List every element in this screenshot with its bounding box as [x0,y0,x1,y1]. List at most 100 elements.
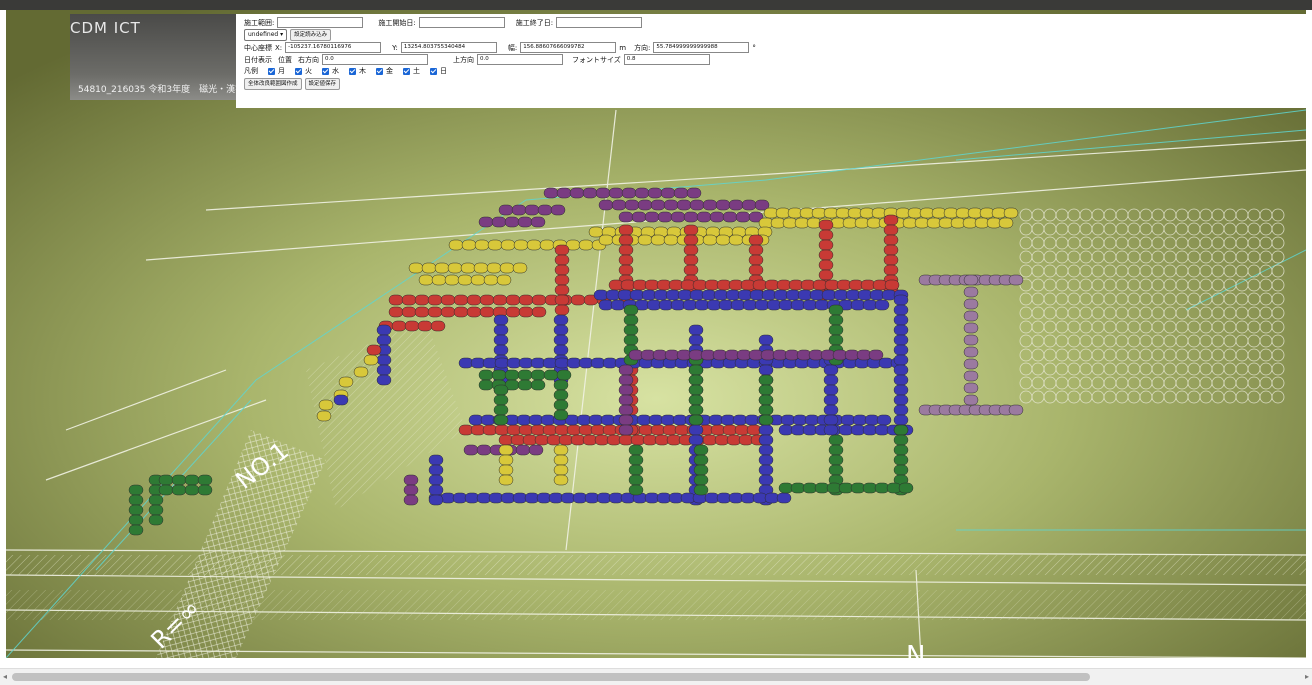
work-cell-dot[interactable] [463,444,479,456]
range-input[interactable] [277,17,364,28]
work-cell-dot[interactable] [427,294,443,306]
work-cell-dot[interactable] [128,484,144,496]
work-cell-dot[interactable] [498,474,514,486]
work-cell-dot[interactable] [828,334,844,346]
work-cell-dot[interactable] [537,204,553,216]
work-cell-dot[interactable] [823,404,839,416]
work-cell-dot[interactable] [618,254,634,266]
work-cell-dot[interactable] [728,234,744,246]
legend-checkbox[interactable] [430,67,437,75]
work-cell-dot[interactable] [197,484,213,496]
work-cell-dot[interactable] [688,424,704,436]
work-cell-dot[interactable] [893,414,909,426]
work-cell-dot[interactable] [511,204,527,216]
work-cell-dot[interactable] [741,199,757,211]
work-cell-dot[interactable] [689,199,705,211]
work-cell-dot[interactable] [491,216,507,228]
work-cell-dot[interactable] [353,366,369,378]
work-cell-dot[interactable] [539,239,555,251]
work-cell-dot[interactable] [823,394,839,406]
work-cell-dot[interactable] [702,199,718,211]
work-cell-dot[interactable] [828,434,844,446]
work-cell-dot[interactable] [618,414,634,426]
work-cell-dot[interactable] [884,279,900,291]
up-offset-input[interactable]: 0.0 [477,54,563,65]
work-cell-dot[interactable] [693,464,709,476]
work-cell-dot[interactable] [893,354,909,366]
work-cell-dot[interactable] [618,234,634,246]
work-cell-dot[interactable] [758,414,774,426]
work-cell-dot[interactable] [758,434,774,446]
work-cell-dot[interactable] [818,219,834,231]
work-cell-dot[interactable] [1008,274,1024,286]
scroll-right-icon[interactable]: ▸ [1305,672,1309,681]
work-cell-dot[interactable] [553,344,569,356]
work-cell-dot[interactable] [376,364,392,376]
work-cell-dot[interactable] [457,274,473,286]
work-cell-dot[interactable] [171,474,187,486]
work-cell-dot[interactable] [823,374,839,386]
work-cell-dot[interactable] [963,298,979,310]
work-cell-dot[interactable] [479,294,495,306]
work-cell-dot[interactable] [693,454,709,466]
work-cell-dot[interactable] [715,234,731,246]
legend-checkbox[interactable] [268,67,275,75]
work-cell-dot[interactable] [428,474,444,486]
work-cell-dot[interactable] [434,262,450,274]
work-cell-dot[interactable] [683,254,699,266]
work-cell-dot[interactable] [1003,207,1019,219]
work-cell-dot[interactable] [401,306,417,318]
work-cell-dot[interactable] [758,424,774,436]
work-cell-dot[interactable] [673,187,689,199]
work-cell-dot[interactable] [676,199,692,211]
work-cell-dot[interactable] [828,304,844,316]
work-cell-dot[interactable] [553,379,569,391]
work-cell-dot[interactable] [893,444,909,456]
work-cell-dot[interactable] [688,374,704,386]
work-cell-dot[interactable] [513,239,529,251]
work-cell-dot[interactable] [128,524,144,536]
work-cell-dot[interactable] [709,211,725,223]
work-cell-dot[interactable] [553,324,569,336]
work-cell-dot[interactable] [128,514,144,526]
work-cell-dot[interactable] [404,320,420,332]
work-cell-dot[interactable] [758,374,774,386]
work-cell-dot[interactable] [595,187,611,199]
work-cell-dot[interactable] [758,394,774,406]
work-cell-dot[interactable] [893,394,909,406]
work-cell-dot[interactable] [963,370,979,382]
work-cell-dot[interactable] [554,254,570,266]
work-cell-dot[interactable] [526,239,542,251]
work-cell-dot[interactable] [598,199,614,211]
work-cell-dot[interactable] [898,482,914,494]
work-cell-dot[interactable] [401,294,417,306]
work-cell-dot[interactable] [453,294,469,306]
work-cell-dot[interactable] [818,249,834,261]
work-cell-dot[interactable] [453,306,469,318]
work-cell-dot[interactable] [637,199,653,211]
work-cell-dot[interactable] [578,239,594,251]
work-cell-dot[interactable] [647,187,663,199]
work-cell-dot[interactable] [631,211,647,223]
legend-checkbox[interactable] [322,67,329,75]
work-cell-dot[interactable] [554,294,570,306]
work-cell-dot[interactable] [491,369,507,381]
work-cell-dot[interactable] [483,274,499,286]
work-cell-dot[interactable] [543,187,559,199]
work-cell-dot[interactable] [693,484,709,496]
legend-checkbox[interactable] [349,67,356,75]
work-cell-dot[interactable] [461,239,477,251]
work-cell-dot[interactable] [748,244,764,256]
work-cell-dot[interactable] [554,244,570,256]
work-cell-dot[interactable] [688,384,704,396]
work-cell-dot[interactable] [553,409,569,421]
work-cell-dot[interactable] [492,294,508,306]
work-cell-dot[interactable] [758,464,774,476]
work-cell-dot[interactable] [823,364,839,376]
work-cell-dot[interactable] [376,354,392,366]
work-cell-dot[interactable] [417,320,433,332]
work-cell-dot[interactable] [148,514,164,526]
direction-input[interactable]: 55.784999999999988 [653,42,750,53]
work-cell-dot[interactable] [883,224,899,236]
work-cell-dot[interactable] [128,494,144,506]
